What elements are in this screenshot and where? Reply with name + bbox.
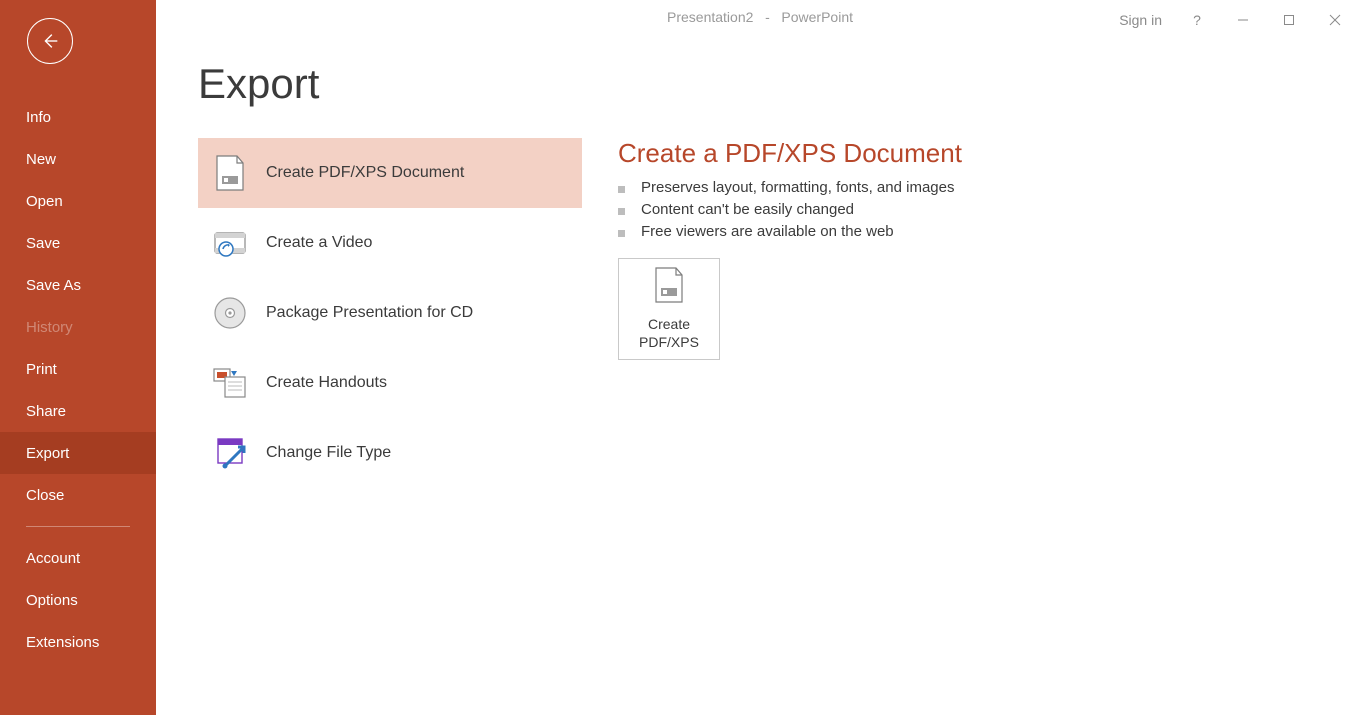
- sidebar-item-save-as[interactable]: Save As: [0, 264, 156, 306]
- export-options-list: Create PDF/XPS Document Create a Video P…: [198, 138, 582, 488]
- minimize-icon: [1237, 14, 1249, 26]
- help-button[interactable]: ?: [1174, 0, 1220, 40]
- action-label-line1: Create: [648, 315, 690, 334]
- option-label: Change File Type: [266, 444, 391, 462]
- sidebar-item-open[interactable]: Open: [0, 180, 156, 222]
- sidebar-item-options[interactable]: Options: [0, 579, 156, 621]
- title-separator: -: [765, 9, 770, 25]
- sign-in-link[interactable]: Sign in: [1107, 12, 1174, 28]
- detail-bullets: Preserves layout, formatting, fonts, and…: [618, 179, 962, 240]
- cd-icon: [210, 293, 250, 333]
- sidebar-item-share[interactable]: Share: [0, 390, 156, 432]
- maximize-button[interactable]: [1266, 0, 1312, 40]
- sidebar-item-history: History: [0, 306, 156, 348]
- maximize-icon: [1283, 14, 1295, 26]
- backstage-sidebar: Info New Open Save Save As History Print…: [0, 0, 156, 715]
- option-label: Create a Video: [266, 234, 372, 252]
- option-label: Package Presentation for CD: [266, 304, 473, 322]
- pdf-document-icon: [210, 153, 250, 193]
- change-filetype-icon: [210, 433, 250, 473]
- option-change-file-type[interactable]: Change File Type: [198, 418, 582, 488]
- option-create-video[interactable]: Create a Video: [198, 208, 582, 278]
- sidebar-item-extensions[interactable]: Extensions: [0, 621, 156, 663]
- window-title: Presentation2 - PowerPoint: [667, 9, 853, 25]
- sidebar-item-new[interactable]: New: [0, 138, 156, 180]
- option-label: Create Handouts: [266, 374, 387, 392]
- detail-title: Create a PDF/XPS Document: [618, 138, 962, 169]
- option-package-cd[interactable]: Package Presentation for CD: [198, 278, 582, 348]
- app-name: PowerPoint: [781, 9, 853, 25]
- sidebar-nav: Info New Open Save Save As History Print…: [0, 96, 156, 663]
- document-name: Presentation2: [667, 9, 753, 25]
- handouts-icon: [210, 363, 250, 403]
- titlebar: Presentation2 - PowerPoint Sign in ?: [156, 0, 1364, 40]
- close-window-button[interactable]: [1312, 0, 1358, 40]
- detail-bullet: Preserves layout, formatting, fonts, and…: [618, 179, 962, 196]
- sidebar-item-export[interactable]: Export: [0, 432, 156, 474]
- export-page: Export Create PDF/XPS Document Create a …: [156, 0, 1364, 488]
- detail-bullet: Free viewers are available on the web: [618, 223, 962, 240]
- export-detail-panel: Create a PDF/XPS Document Preserves layo…: [582, 138, 962, 488]
- sidebar-item-print[interactable]: Print: [0, 348, 156, 390]
- close-icon: [1329, 14, 1341, 26]
- sidebar-item-save[interactable]: Save: [0, 222, 156, 264]
- action-label-line2: PDF/XPS: [639, 333, 699, 352]
- sidebar-item-close[interactable]: Close: [0, 474, 156, 516]
- minimize-button[interactable]: [1220, 0, 1266, 40]
- create-pdf-xps-button[interactable]: Create PDF/XPS: [618, 258, 720, 360]
- sidebar-item-info[interactable]: Info: [0, 96, 156, 138]
- detail-bullet: Content can't be easily changed: [618, 201, 962, 218]
- page-title: Export: [198, 60, 1364, 108]
- option-label: Create PDF/XPS Document: [266, 164, 464, 182]
- sidebar-item-account[interactable]: Account: [0, 537, 156, 579]
- option-create-handouts[interactable]: Create Handouts: [198, 348, 582, 418]
- back-arrow-icon: [39, 30, 61, 52]
- content-area: Presentation2 - PowerPoint Sign in ? Ex: [156, 0, 1364, 715]
- sidebar-separator: [26, 526, 130, 527]
- pdf-document-icon: [652, 266, 686, 309]
- back-button[interactable]: [27, 18, 73, 64]
- video-icon: [210, 223, 250, 263]
- option-create-pdf-xps[interactable]: Create PDF/XPS Document: [198, 138, 582, 208]
